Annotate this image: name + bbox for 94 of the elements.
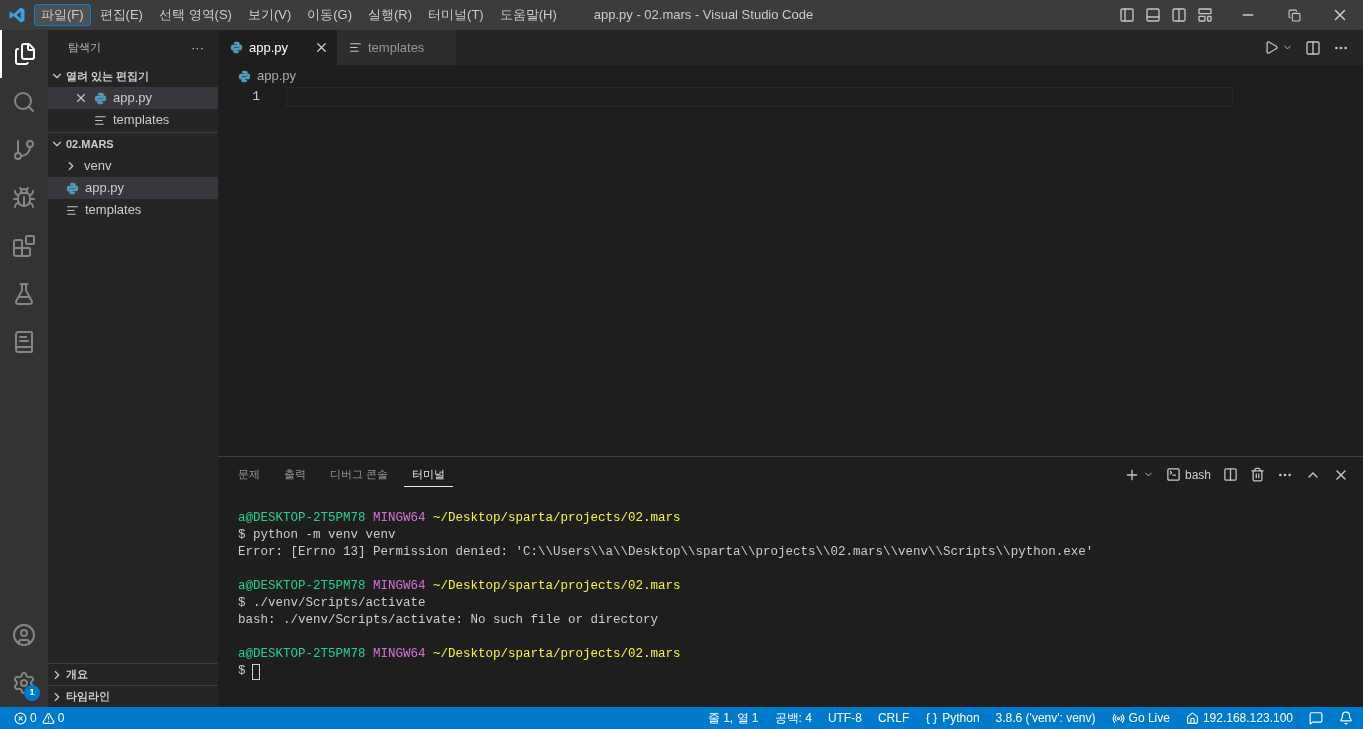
menu-item[interactable]: 터미널(T) — [421, 4, 491, 26]
panel-tab[interactable]: 문제 — [230, 462, 268, 487]
line-number: 1 — [252, 88, 260, 106]
panel-tab[interactable]: 출력 — [276, 462, 314, 487]
section-title: 열려 있는 편집기 — [66, 68, 150, 84]
run-icon[interactable] — [1264, 40, 1279, 55]
files-icon[interactable] — [13, 42, 37, 66]
status-item[interactable]: CRLF — [877, 709, 910, 727]
terminal-line: $ ./venv/Scripts/activate — [238, 595, 427, 612]
menu-item[interactable]: 파일(F) — [34, 4, 91, 26]
status-item[interactable]: Python — [925, 709, 980, 727]
panel-tab[interactable]: 디버그 콘솔 — [322, 462, 397, 487]
file-item[interactable]: templates — [48, 199, 218, 221]
text-file-icon — [349, 41, 362, 54]
terminal-icon[interactable] — [1165, 467, 1181, 482]
python-file-icon — [66, 181, 79, 195]
status-item[interactable]: 공백: 4 — [774, 709, 812, 727]
python-file-icon — [230, 41, 243, 54]
section-title: 개요 — [66, 667, 88, 683]
file-name: templates — [113, 111, 170, 130]
terminal-line: Error: [Errno 13] Permission denied: 'C:\\Users\\a\\Desktop\\sparta\\projects\\02.mars\\venv\\Scripts\\python.exe' — [238, 544, 1095, 561]
bell-icon[interactable] — [1339, 711, 1353, 725]
file-name: app.py — [113, 89, 153, 108]
status-item[interactable]: 3.8.6 ('venv': venv) — [995, 709, 1096, 727]
menu-item[interactable]: 편집(E) — [92, 4, 150, 26]
breadcrumb[interactable]: app.py — [257, 66, 297, 86]
section-header[interactable]: 열려 있는 편집기 — [48, 65, 218, 87]
account-icon[interactable] — [12, 623, 36, 647]
window-title: app.py - 02.mars - Visual Studio Code — [593, 6, 814, 25]
section-header[interactable]: 개요 — [48, 663, 218, 685]
file-item[interactable]: app.py — [48, 87, 218, 109]
status-item[interactable]: 192.168.123.100 — [1185, 709, 1293, 727]
menu-item[interactable]: 실행(R) — [361, 4, 420, 26]
terminal-line: bash: ./venv/Scripts/activate: No such file or directory — [238, 612, 660, 629]
file-name: app.py — [85, 179, 125, 198]
file-name: venv — [84, 157, 112, 176]
status-item[interactable]: UTF-8 — [827, 709, 862, 727]
terminal-cursor — [251, 663, 260, 680]
tab-label: templates — [368, 38, 425, 57]
file-name: templates — [85, 201, 142, 220]
app-logo-icon — [8, 6, 26, 24]
sidebar-title: 탐색기 — [68, 40, 101, 56]
braces-icon — [925, 711, 939, 725]
broadcast-icon — [1111, 711, 1125, 725]
error-icon — [14, 711, 27, 725]
notebook-icon[interactable] — [12, 330, 36, 354]
section-header[interactable]: 02.MARS — [48, 133, 218, 155]
flask-icon[interactable] — [12, 282, 36, 306]
split-editor-icon[interactable] — [1305, 39, 1321, 56]
prompt-line: a@DESKTOP-2T5PM78 MINGW64 ~/Desktop/sparta/projects/02.mars — [238, 578, 682, 595]
close-icon[interactable] — [314, 40, 329, 55]
home-icon — [1185, 711, 1199, 725]
terminal-line: $ python -m venv venv — [238, 527, 397, 544]
toggle-panel-icon[interactable] — [1145, 7, 1161, 23]
problems-status[interactable]: 0 0 — [0, 709, 65, 727]
trash-icon[interactable] — [1250, 467, 1265, 482]
file-item[interactable]: templates — [48, 109, 218, 131]
run-debug-icon[interactable] — [12, 186, 36, 210]
section-title: 02.MARS — [66, 136, 114, 152]
file-item[interactable]: app.py — [48, 177, 218, 199]
feedback-icon[interactable] — [1309, 711, 1323, 725]
status-item[interactable]: Go Live — [1111, 709, 1170, 727]
settings-icon[interactable] — [12, 671, 36, 695]
terminal-line: $ — [238, 663, 246, 680]
tab-label: app.py — [249, 38, 289, 57]
prompt-line: a@DESKTOP-2T5PM78 MINGW64 ~/Desktop/sparta/projects/02.mars — [238, 646, 682, 663]
status-item[interactable]: 줄 1, 열 1 — [707, 709, 759, 727]
split-terminal-icon[interactable] — [1223, 467, 1238, 482]
source-control-icon[interactable] — [12, 138, 36, 162]
shell-name[interactable]: bash — [1184, 465, 1211, 484]
menu-item[interactable]: 보기(V) — [240, 4, 299, 26]
section-title: 타임라인 — [66, 689, 110, 705]
search-icon[interactable] — [12, 90, 36, 114]
prompt-line: a@DESKTOP-2T5PM78 MINGW64 ~/Desktop/sparta/projects/02.mars — [238, 510, 682, 527]
editor-tab[interactable]: app.py — [218, 30, 337, 65]
more-actions[interactable]: ··· — [191, 37, 204, 58]
python-file-icon — [238, 69, 251, 83]
panel-tab[interactable]: 터미널 — [404, 462, 454, 487]
menu-item[interactable]: 이동(G) — [300, 4, 360, 26]
warning-icon — [41, 711, 55, 725]
python-file-icon — [94, 91, 107, 105]
text-file-icon — [94, 113, 107, 127]
split-layout-icon[interactable] — [1171, 7, 1187, 23]
restore-icon[interactable] — [1287, 8, 1301, 22]
menu-item[interactable]: 도움말(H) — [492, 4, 564, 26]
close-icon[interactable] — [74, 91, 88, 105]
notification-badge: 1 — [24, 685, 40, 701]
extensions-icon[interactable] — [12, 234, 36, 258]
customize-layout-icon[interactable] — [1197, 7, 1213, 23]
editor-tab[interactable]: templates — [337, 30, 456, 65]
text-file-icon — [66, 203, 79, 217]
file-item[interactable]: venv — [48, 155, 218, 177]
menu-item[interactable]: 선택 영역(S) — [151, 4, 239, 26]
toggle-sidebar-icon[interactable] — [1119, 7, 1135, 23]
